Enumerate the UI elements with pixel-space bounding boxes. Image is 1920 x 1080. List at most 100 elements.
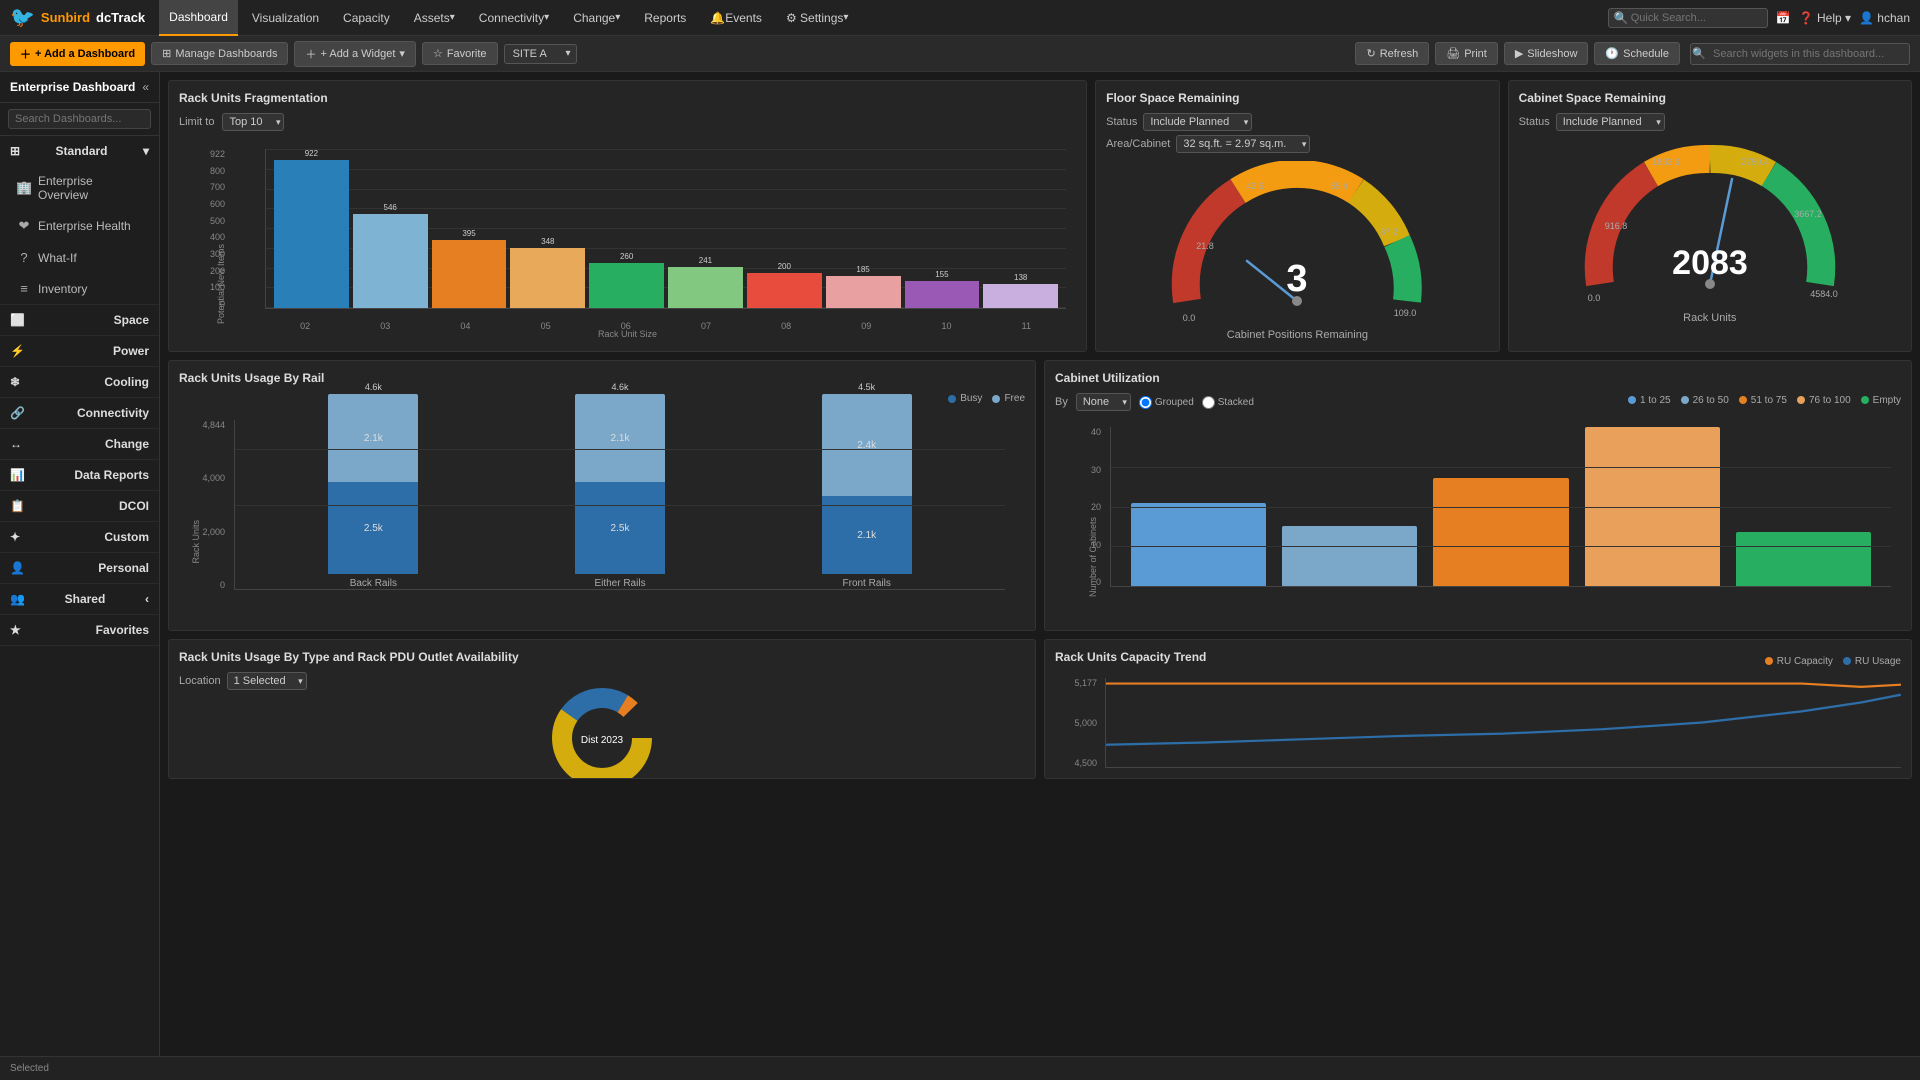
bar-10[interactable] [905,281,980,308]
sidebar: Enterprise Dashboard « ⊞ Standard ▾ 🏢 En… [0,72,160,1080]
legend-76-100: 76 to 100 [1797,395,1851,406]
selected-label: Selected [10,1063,49,1074]
svg-text:43.6: 43.6 [1247,181,1265,191]
nav-capacity[interactable]: Capacity [333,0,400,36]
legend-1-25: 1 to 25 [1628,395,1671,406]
floor-status-select[interactable]: Include Planned [1143,113,1252,131]
limit-select[interactable]: Top 10 Top 5 Top 20 [222,113,284,131]
chart-plot-area: 922 546 395 [265,149,1066,309]
legend-26-50: 26 to 50 [1681,395,1729,406]
sidebar-section-standard-header[interactable]: ⊞ Standard ▾ [0,136,159,166]
cabinet-space-widget: Cabinet Space Remaining Status Include P… [1508,80,1912,352]
sidebar-section-power-header[interactable]: ⚡ Power [0,336,159,366]
bar-04[interactable] [432,240,507,308]
util-grouped-radio[interactable]: Grouped [1139,396,1194,409]
sidebar-section-standard: ⊞ Standard ▾ 🏢 Enterprise Overview ❤ Ent… [0,136,159,305]
sidebar-section-connectivity-header[interactable]: 🔗 Connectivity [0,398,159,428]
dcoi-icon: 📋 [10,499,25,513]
rack-type-chart: Dist 2023 [179,698,1025,778]
favorite-button[interactable]: ☆ Favorite [422,42,498,65]
nav-settings[interactable]: ⚙ Settings [776,0,858,36]
sidebar-section-dcoi-header[interactable]: 📋 DCOI [0,491,159,521]
sidebar-item-enterprise-health[interactable]: ❤ Enterprise Health [0,210,159,242]
nav-connectivity[interactable]: Connectivity [469,0,559,36]
manage-dashboards-button[interactable]: ⊞ Manage Dashboards [151,42,288,65]
nav-right: 🔍 📅 ❓ Help ▾ 👤 hchan [1608,8,1910,28]
sidebar-section-data-reports-header[interactable]: 📊 Data Reports [0,460,159,490]
sidebar-search-input[interactable] [8,109,151,129]
sidebar-section-power: ⚡ Power [0,336,159,367]
util-bar-3[interactable] [1433,478,1568,586]
print-button[interactable]: 🖨 Print [1435,42,1498,65]
search-icon: 🔍 [1614,11,1629,25]
svg-text:916.8: 916.8 [1605,221,1628,231]
floor-area-select[interactable]: 32 sq.ft. = 2.97 sq.m. [1176,135,1310,153]
calendar-icon[interactable]: 📅 [1776,11,1791,25]
bar-03[interactable] [353,214,428,308]
slideshow-button[interactable]: ▶ Slideshow [1504,42,1589,65]
nav-events[interactable]: 🔔 Events [700,0,772,36]
util-stacked-radio[interactable]: Stacked [1202,396,1254,409]
front-rail-top[interactable]: 2.4k [822,394,912,496]
sidebar-section-favorites-header[interactable]: ★ Favorites [0,615,159,645]
sidebar-section-connectivity: 🔗 Connectivity [0,398,159,429]
nav-dashboard[interactable]: Dashboard [159,0,238,36]
either-rail-bottom[interactable]: 2.5k [575,482,665,574]
nav-visualization[interactable]: Visualization [242,0,329,36]
sidebar-section-change-header[interactable]: ↔ Change [0,429,159,459]
util-by-label: By [1055,396,1068,408]
help-btn[interactable]: ❓ Help ▾ [1799,11,1851,25]
sidebar-section-personal-header[interactable]: 👤 Personal [0,553,159,583]
cabinet-status-select[interactable]: Include Planned [1556,113,1665,131]
user-btn[interactable]: 👤 hchan [1859,11,1910,25]
location-select[interactable]: 1 Selected [227,672,307,690]
back-rail-bottom[interactable]: 2.5k [328,482,418,574]
rail-chart: 4,844 4,000 2,000 0 Rack Units [179,410,1025,620]
bar-09[interactable] [826,276,901,308]
util-bar-2[interactable] [1282,526,1417,586]
bar-group-04: 395 [432,149,507,308]
sidebar-item-enterprise-overview[interactable]: 🏢 Enterprise Overview [0,166,159,210]
bar-05[interactable] [510,248,585,308]
util-by-select[interactable]: None [1076,393,1131,411]
rail-y-labels: 4,844 4,000 2,000 0 [179,420,229,590]
rack-type-title: Rack Units Usage By Type and Rack PDU Ou… [179,650,1025,664]
util-bar-1[interactable] [1131,503,1266,586]
site-select[interactable]: SITE A [504,44,577,64]
nav-assets[interactable]: Assets [404,0,465,36]
schedule-button[interactable]: 🕐 Schedule [1594,42,1680,65]
bar-11[interactable] [983,284,1058,308]
util-radio-group: Grouped Stacked [1139,396,1254,409]
bar-08[interactable] [747,273,822,308]
front-rail-bottom[interactable]: 2.1k [822,496,912,574]
bar-06[interactable] [589,263,664,308]
sidebar-item-what-if[interactable]: ? What-If [0,242,159,273]
sidebar-section-cooling: ❄ Cooling [0,367,159,398]
back-rail-top[interactable]: 2.1k [328,394,418,482]
sidebar-section-space-header[interactable]: ⬜ Space [0,305,159,335]
app-name: dcTrack [96,10,145,25]
sidebar-section-custom-header[interactable]: ✦ Custom [0,522,159,552]
refresh-button[interactable]: ↻ Refresh [1355,42,1429,65]
limit-select-wrapper: Top 10 Top 5 Top 20 [222,113,284,131]
shared-arrow: ‹ [145,592,149,606]
sidebar-collapse-button[interactable]: « [142,80,149,94]
widget-search-input[interactable] [1690,43,1910,65]
top-search-input[interactable] [1608,8,1768,28]
add-dashboard-button[interactable]: ＋ + Add a Dashboard [10,42,145,66]
either-rail-top[interactable]: 2.1k [575,394,665,482]
bar-07[interactable] [668,267,743,308]
logo: 🐦 Sunbird dcTrack [10,5,145,30]
bar-02[interactable] [274,160,349,308]
trend-y-labels: 5,177 5,000 4,500 [1055,678,1101,768]
add-widget-button[interactable]: ＋ + Add a Widget ▾ [294,41,415,67]
nav-reports[interactable]: Reports [634,0,696,36]
standard-label: Standard [56,144,108,158]
util-bar-5[interactable] [1736,532,1871,586]
util-bar-4[interactable] [1585,427,1720,586]
sidebar-section-cooling-header[interactable]: ❄ Cooling [0,367,159,397]
sidebar-section-shared-header[interactable]: 👥 Shared ‹ [0,584,159,614]
favorites-label: Favorites [96,623,149,637]
sidebar-item-inventory[interactable]: ≡ Inventory [0,273,159,304]
nav-change[interactable]: Change [563,0,630,36]
